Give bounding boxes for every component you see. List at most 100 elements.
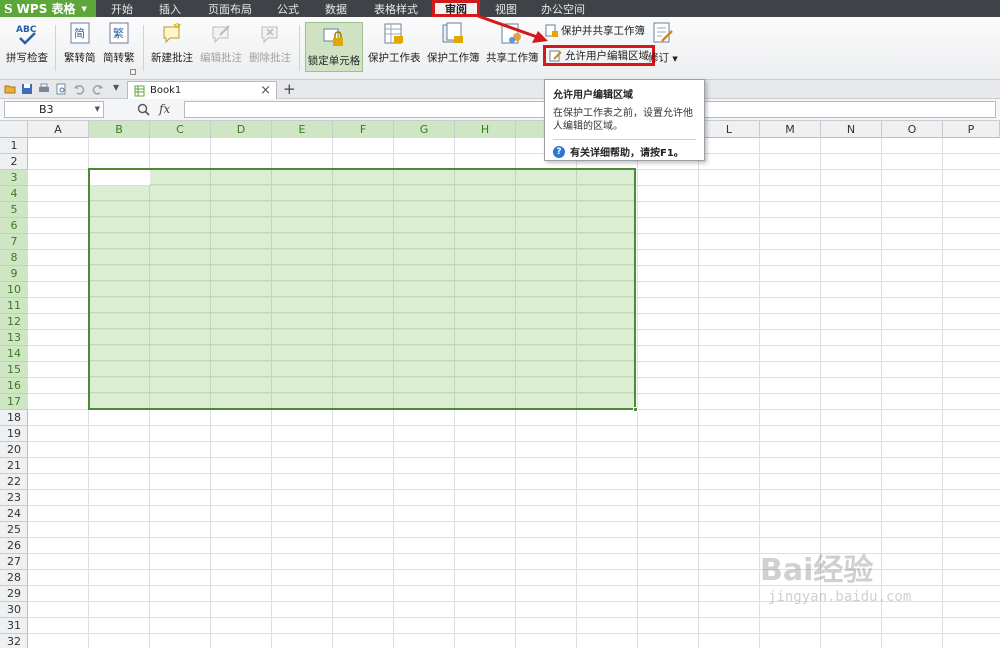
row-header[interactable]: 5 bbox=[0, 202, 28, 218]
protect-sheet-button[interactable]: 保护工作表 bbox=[368, 21, 421, 65]
row-header[interactable]: 28 bbox=[0, 570, 28, 586]
chevron-down-icon[interactable]: ▼ bbox=[95, 102, 100, 117]
row-header[interactable]: 13 bbox=[0, 330, 28, 346]
active-cell[interactable] bbox=[90, 170, 150, 185]
row-header[interactable]: 17 bbox=[0, 394, 28, 410]
row-header[interactable]: 3 bbox=[0, 170, 28, 186]
formula-bar: B3 ▼ fx bbox=[0, 99, 1000, 121]
column-header[interactable]: A bbox=[28, 121, 89, 138]
group-launcher-icon[interactable] bbox=[130, 69, 136, 75]
name-box[interactable]: B3 ▼ bbox=[4, 101, 104, 118]
close-tab-icon[interactable]: × bbox=[260, 83, 271, 98]
column-header[interactable]: L bbox=[699, 121, 760, 138]
tab-view[interactable]: 视图 bbox=[488, 0, 524, 17]
quick-access-dropdown-icon[interactable]: ▼ bbox=[113, 83, 119, 92]
selected-range[interactable] bbox=[88, 168, 638, 412]
column-header[interactable]: E bbox=[272, 121, 333, 138]
row-header[interactable]: 8 bbox=[0, 250, 28, 266]
share-workbook-button[interactable]: 共享工作簿 bbox=[486, 21, 539, 65]
tab-data[interactable]: 数据 bbox=[318, 0, 354, 17]
delete-comment-label: 删除批注 bbox=[249, 52, 291, 64]
new-comment-button[interactable]: 新建批注 bbox=[151, 21, 193, 65]
spell-check-button[interactable]: ABC 拼写检查 bbox=[6, 21, 48, 65]
tab-home[interactable]: 开始 bbox=[104, 0, 140, 17]
delete-comment-button[interactable]: 删除批注 bbox=[249, 21, 291, 65]
allow-edit-ranges-button[interactable]: 允许用户编辑区域 bbox=[543, 45, 655, 66]
row-header[interactable]: 25 bbox=[0, 522, 28, 538]
row-header[interactable]: 27 bbox=[0, 554, 28, 570]
fill-handle[interactable] bbox=[633, 407, 638, 412]
column-header[interactable]: N bbox=[821, 121, 882, 138]
undo-icon[interactable] bbox=[73, 83, 85, 95]
lock-cell-button[interactable]: 锁定单元格 bbox=[305, 22, 363, 72]
edit-comment-icon bbox=[212, 25, 230, 44]
row-header[interactable]: 15 bbox=[0, 362, 28, 378]
row-header[interactable]: 31 bbox=[0, 618, 28, 634]
allow-edit-ranges-label: 允许用户编辑区域 bbox=[565, 50, 649, 62]
row-header[interactable]: 9 bbox=[0, 266, 28, 282]
column-header[interactable]: G bbox=[394, 121, 455, 138]
print-icon[interactable] bbox=[38, 83, 50, 95]
new-tab-icon[interactable]: + bbox=[283, 80, 296, 98]
row-header[interactable]: 23 bbox=[0, 490, 28, 506]
redo-icon[interactable] bbox=[92, 83, 104, 95]
protect-workbook-button[interactable]: 保护工作簿 bbox=[427, 21, 480, 65]
row-header[interactable]: 24 bbox=[0, 506, 28, 522]
row-header[interactable]: 30 bbox=[0, 602, 28, 618]
protect-share-workbook-button[interactable]: 保护并共享工作簿 bbox=[545, 23, 645, 38]
tab-review[interactable]: 审阅 bbox=[432, 0, 480, 17]
row-header[interactable]: 29 bbox=[0, 586, 28, 602]
zoom-icon[interactable] bbox=[137, 103, 150, 116]
tab-insert[interactable]: 插入 bbox=[152, 0, 188, 17]
menu-bar: S WPS 表格 ▼ 开始 插入 页面布局 公式 数据 表格样式 审阅 视图 办… bbox=[0, 0, 1000, 17]
selected-range-grid bbox=[90, 170, 634, 408]
column-header[interactable]: P bbox=[943, 121, 1000, 138]
track-changes-button[interactable]: 修订 ▼ bbox=[648, 21, 678, 65]
column-header[interactable]: C bbox=[150, 121, 211, 138]
spell-check-icon: ABC bbox=[16, 25, 37, 45]
row-header[interactable]: 20 bbox=[0, 442, 28, 458]
column-header[interactable]: F bbox=[333, 121, 394, 138]
row-header[interactable]: 32 bbox=[0, 634, 28, 648]
row-header[interactable]: 11 bbox=[0, 298, 28, 314]
column-headers: A B C D E F G H I J K L M N O P bbox=[0, 121, 1000, 138]
divider bbox=[143, 25, 144, 71]
print-preview-icon[interactable] bbox=[55, 83, 67, 95]
document-tab[interactable]: Book1 × bbox=[127, 81, 277, 99]
row-header[interactable]: 16 bbox=[0, 378, 28, 394]
select-all-corner[interactable] bbox=[0, 121, 28, 138]
column-header[interactable]: D bbox=[211, 121, 272, 138]
row-header[interactable]: 6 bbox=[0, 218, 28, 234]
row-header[interactable]: 12 bbox=[0, 314, 28, 330]
row-header[interactable]: 21 bbox=[0, 458, 28, 474]
trad-to-simp-button[interactable]: 简 繁转简 bbox=[64, 21, 96, 65]
row-header[interactable]: 10 bbox=[0, 282, 28, 298]
tab-page-layout[interactable]: 页面布局 bbox=[203, 0, 257, 17]
simp-to-trad-button[interactable]: 繁 简转繁 bbox=[103, 21, 135, 65]
row-header[interactable]: 19 bbox=[0, 426, 28, 442]
track-changes-icon bbox=[653, 22, 673, 43]
column-header[interactable]: M bbox=[760, 121, 821, 138]
edit-comment-button[interactable]: 编辑批注 bbox=[200, 21, 242, 65]
tab-formulas[interactable]: 公式 bbox=[270, 0, 306, 17]
app-menu-button[interactable]: S WPS 表格 ▼ bbox=[0, 0, 96, 17]
row-header[interactable]: 2 bbox=[0, 154, 28, 170]
open-folder-icon[interactable] bbox=[4, 83, 16, 95]
column-header[interactable]: O bbox=[882, 121, 943, 138]
column-header[interactable]: B bbox=[89, 121, 150, 138]
row-header[interactable]: 4 bbox=[0, 186, 28, 202]
tab-office-space[interactable]: 办公空间 bbox=[536, 0, 590, 17]
row-header[interactable]: 7 bbox=[0, 234, 28, 250]
row-header[interactable]: 26 bbox=[0, 538, 28, 554]
row-header[interactable]: 14 bbox=[0, 346, 28, 362]
save-icon[interactable] bbox=[21, 83, 33, 95]
app-name: WPS 表格 bbox=[16, 2, 76, 16]
row-header[interactable]: 18 bbox=[0, 410, 28, 426]
insert-function-icon[interactable]: fx bbox=[159, 102, 170, 116]
tab-table-style[interactable]: 表格样式 bbox=[368, 0, 424, 17]
lock-cell-icon bbox=[323, 28, 343, 46]
row-header[interactable]: 1 bbox=[0, 138, 28, 154]
chevron-down-icon: ▼ bbox=[81, 4, 87, 13]
row-header[interactable]: 22 bbox=[0, 474, 28, 490]
column-header[interactable]: H bbox=[455, 121, 516, 138]
